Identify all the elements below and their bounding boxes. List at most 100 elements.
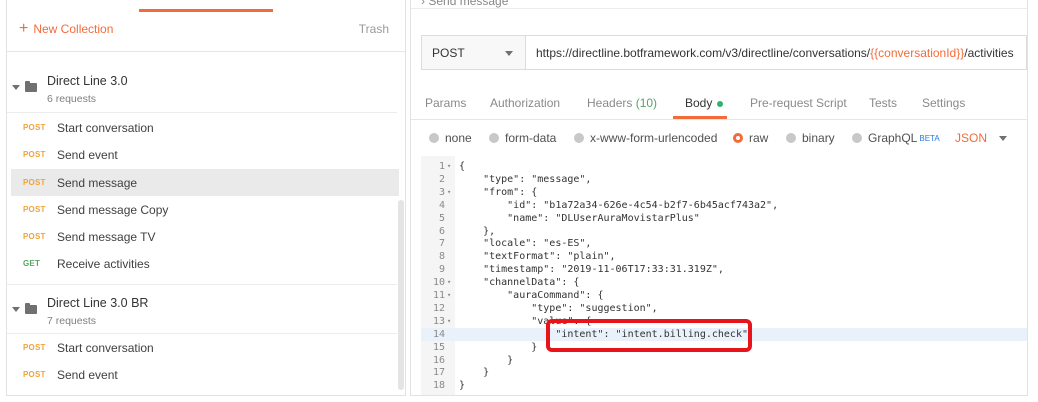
line-number: 16	[432, 354, 445, 366]
new-collection-label: New Collection	[33, 22, 114, 36]
new-collection-button[interactable]: + New Collection	[19, 20, 114, 37]
request-item[interactable]: POST Send message Copy	[11, 196, 399, 223]
radio-label: raw	[749, 131, 769, 145]
tab-body[interactable]: Body	[685, 96, 724, 110]
line-number: 15	[432, 341, 445, 353]
line-number: 13	[432, 315, 445, 327]
code-text: }	[459, 380, 466, 392]
code-text: "type": "suggestion",	[459, 302, 658, 314]
radio-icon	[574, 133, 584, 143]
collections-sidebar: + New Collection Trash Direct Line 3.0 6…	[6, 0, 406, 396]
code-text: "timestamp": "2019-11-06T17:33:31.319Z",	[459, 264, 724, 276]
code-text: "auraCommand": {	[459, 290, 604, 301]
radio-icon	[489, 133, 499, 143]
fold-toggle-icon[interactable]: ▾	[447, 276, 451, 289]
fold-toggle-icon[interactable]: ▾	[447, 315, 451, 328]
tab-headers-label: Headers	[587, 96, 633, 110]
method-dropdown[interactable]: POST	[422, 36, 526, 69]
divider	[411, 119, 1027, 120]
radio-x-www-form-urlencoded[interactable]: x-www-form-urlencoded	[574, 131, 717, 145]
folder-icon	[25, 303, 37, 314]
url-prefix: https://directline.botframework.com/v3/d…	[536, 45, 871, 60]
code-text: "name": "DLUserAuraMovistarPlus"	[459, 212, 700, 224]
method-value: POST	[432, 45, 465, 60]
collection-request-count: 7 requests	[47, 315, 97, 327]
code-text: "locale": "es-ES",	[459, 238, 592, 250]
collection-direct-line-3-br[interactable]: Direct Line 3.0 BR 7 requests	[7, 284, 397, 334]
radio-label: binary	[802, 131, 835, 145]
code-text: "textFormat": "plain",	[459, 251, 616, 263]
fold-toggle-icon[interactable]: ▾	[447, 186, 451, 199]
request-item[interactable]: POST Send event	[11, 361, 399, 388]
tab-pre-request-script[interactable]: Pre-request Script	[750, 96, 847, 110]
line-number: 4	[438, 199, 445, 211]
code-line: 4 "id": "b1a72a34-626e-4c54-b2f7-6b45acf…	[421, 199, 1027, 212]
method-badge: POST	[23, 205, 46, 214]
request-name: Send event	[57, 367, 118, 382]
code-line: 17 }	[421, 366, 1027, 379]
radio-icon	[786, 133, 796, 143]
chevron-down-icon[interactable]	[12, 85, 20, 90]
method-badge: POST	[23, 343, 46, 352]
request-name: Start conversation	[57, 340, 154, 355]
request-item[interactable]: POST Send message TV	[11, 223, 399, 250]
radio-selected-icon	[733, 133, 743, 143]
tab-params[interactable]: Params	[425, 96, 466, 110]
line-number: 6	[438, 225, 445, 237]
url-variable: {{conversationId}}	[870, 45, 965, 60]
breadcrumb: › Send message	[421, 0, 508, 8]
format-dropdown[interactable]: JSON	[955, 131, 1007, 145]
request-item[interactable]: POST Start conversation	[11, 114, 399, 141]
code-line: 8 "textFormat": "plain",	[421, 250, 1027, 263]
tab-settings[interactable]: Settings	[922, 96, 965, 110]
method-badge: POST	[23, 178, 46, 187]
code-line: 11 ▾ "auraCommand": {	[421, 289, 1027, 302]
radio-icon	[429, 133, 439, 143]
url-input[interactable]: https://directline.botframework.com/v3/d…	[526, 36, 1026, 69]
code-line: 5 "name": "DLUserAuraMovistarPlus"	[421, 212, 1027, 225]
body-type-options: none form-data x-www-form-urlencoded raw…	[411, 128, 1027, 150]
tab-authorization[interactable]: Authorization	[490, 96, 560, 110]
line-number: 10	[432, 277, 445, 289]
radio-form-data[interactable]: form-data	[489, 131, 556, 145]
tab-headers-count: (10)	[635, 96, 658, 110]
radio-graphql[interactable]: GraphQL BETA	[852, 131, 940, 145]
breadcrumb-label: Send message	[428, 0, 509, 8]
code-text: }	[459, 367, 490, 379]
request-item-active[interactable]: POST Send message	[11, 169, 399, 196]
code-text: }	[459, 354, 514, 366]
tab-body-label: Body	[685, 96, 713, 110]
tab-tests[interactable]: Tests	[869, 96, 897, 110]
request-item[interactable]: GET Receive activities	[11, 250, 399, 277]
chevron-down-icon[interactable]	[12, 307, 20, 312]
tab-headers[interactable]: Headers (10)	[587, 96, 657, 110]
radio-raw[interactable]: raw	[733, 131, 768, 145]
radio-binary[interactable]: binary	[786, 131, 835, 145]
fold-toggle-icon[interactable]: ▾	[447, 289, 451, 302]
code-text: "id": "b1a72a34-626e-4c54-b2f7-6b45acf74…	[459, 199, 779, 211]
line-number: 17	[432, 367, 445, 379]
code-text: "type": "message",	[459, 173, 592, 185]
code-line: 18}	[421, 379, 1027, 392]
radio-label: x-www-form-urlencoded	[590, 131, 718, 145]
method-badge: POST	[23, 150, 46, 159]
callout-highlight-box	[546, 319, 752, 352]
fold-toggle-icon[interactable]: ▾	[447, 160, 451, 173]
sidebar-scrollbar[interactable]	[398, 200, 404, 390]
code-line: 16 }	[421, 354, 1027, 367]
radio-label: GraphQL	[868, 131, 918, 145]
collection-request-count: 6 requests	[47, 93, 97, 105]
line-number: 9	[438, 264, 445, 276]
collection-name: Direct Line 3.0	[47, 74, 128, 88]
code-line: 7 "locale": "es-ES",	[421, 237, 1027, 250]
collection-name: Direct Line 3.0 BR	[47, 296, 149, 310]
collection-direct-line-3[interactable]: Direct Line 3.0 6 requests	[7, 63, 397, 113]
radio-icon	[852, 133, 862, 143]
body-code-editor[interactable]: 1 ▾{2 "type": "message", 3 ▾ "from": {4 "id…	[421, 156, 1027, 395]
request-item[interactable]: POST Send event	[11, 141, 399, 168]
plus-icon: +	[19, 20, 29, 37]
radio-none[interactable]: none	[429, 131, 472, 145]
line-number: 8	[438, 251, 445, 263]
request-item[interactable]: POST Start conversation	[11, 334, 399, 361]
trash-button[interactable]: Trash	[359, 22, 389, 36]
